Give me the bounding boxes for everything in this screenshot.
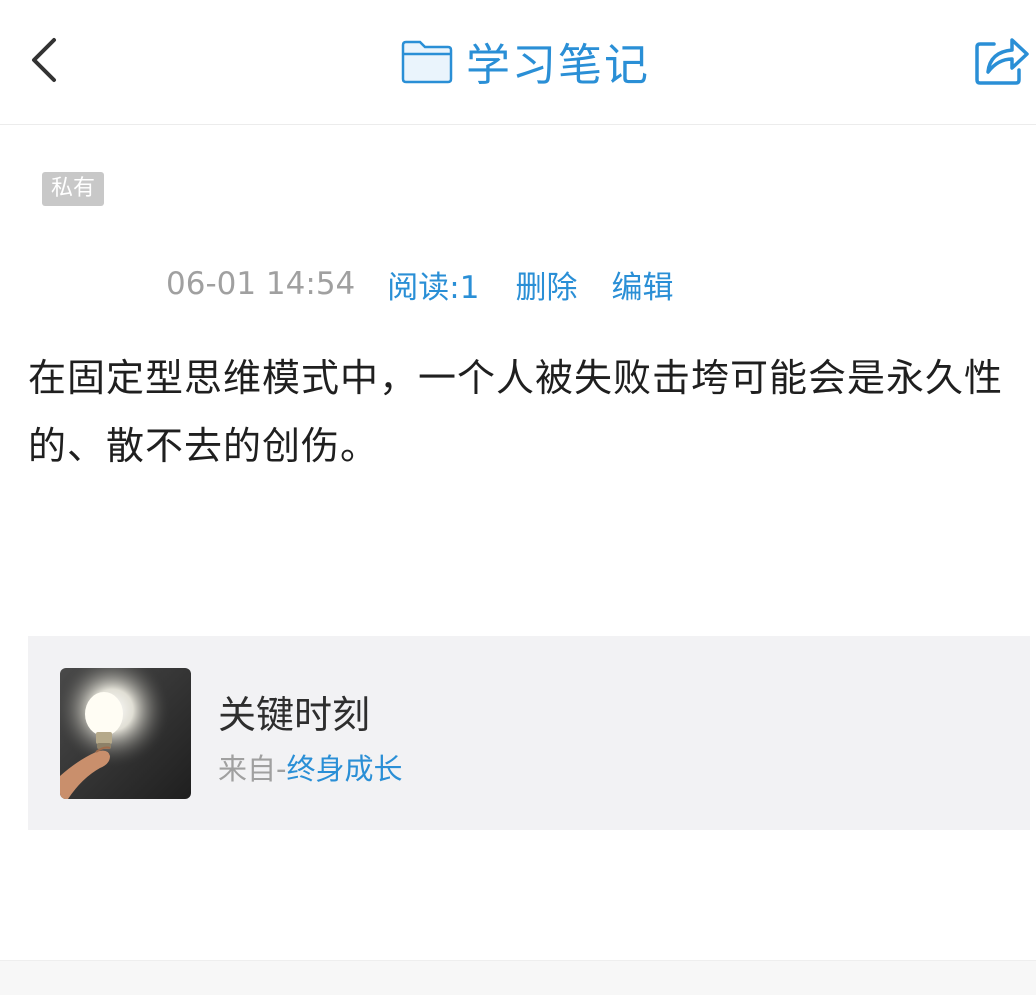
folder-icon	[401, 40, 453, 84]
source-book-card[interactable]: 关键时刻 来自-终身成长	[28, 636, 1030, 830]
read-count: 阅读:1	[387, 269, 480, 306]
privacy-badge: 私有	[42, 172, 105, 206]
note-content: 在固定型思维模式中，一个人被失败击垮可能会是永久性的、散不去的创伤。	[28, 356, 1004, 468]
book-thumbnail	[60, 668, 191, 799]
top-nav-bar: 学习笔记	[0, 0, 1036, 125]
delete-button[interactable]: 删除	[515, 262, 577, 307]
chevron-left-icon	[32, 38, 56, 82]
note-meta-row: 06-01 14:54 阅读:1 删除 编辑	[166, 262, 707, 306]
page-title-group: 学习笔记	[400, 30, 650, 92]
bottom-divider	[0, 960, 1036, 995]
page-title: 学习笔记	[466, 40, 650, 91]
lightbulb-image	[60, 668, 191, 799]
book-title: 关键时刻	[218, 693, 371, 737]
back-button[interactable]	[22, 30, 72, 90]
edit-button[interactable]: 编辑	[611, 262, 673, 307]
note-timestamp: 06-01 14:54	[166, 266, 356, 302]
book-source-line: 来自-终身成长	[218, 746, 402, 788]
source-link[interactable]: 终身成长	[286, 752, 402, 786]
share-button[interactable]	[972, 32, 1030, 88]
source-prefix: 来自-	[218, 752, 287, 786]
share-icon	[975, 38, 1029, 85]
